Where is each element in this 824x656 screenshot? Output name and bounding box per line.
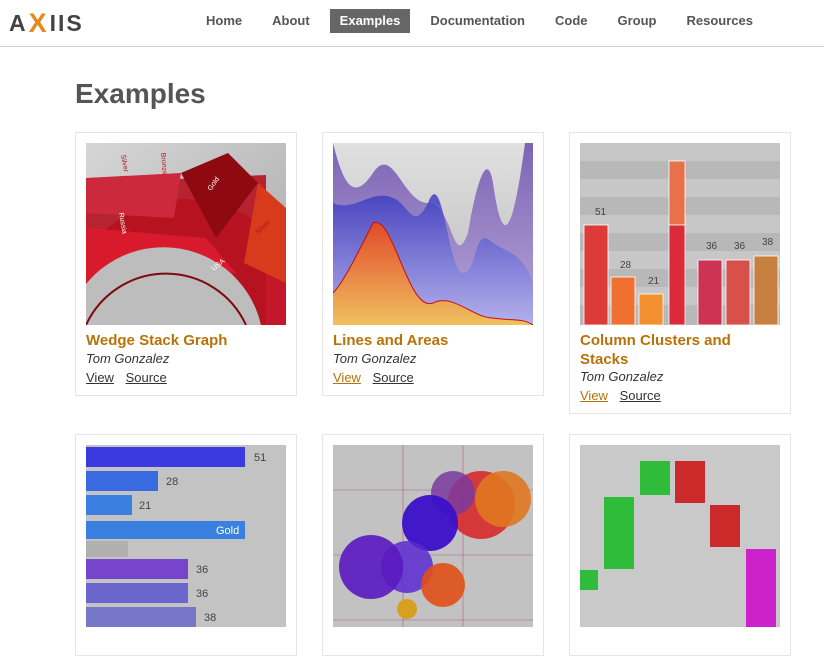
example-card-waterfall (569, 434, 791, 656)
bar-label-gold: Gold (216, 525, 239, 537)
bar-label-28: 28 (166, 476, 178, 488)
view-link[interactable]: View (580, 388, 608, 403)
card-links: View Source (333, 370, 422, 385)
nav-code[interactable]: Code (545, 9, 598, 33)
column-clusters-thumbnail[interactable]: 51 28 21 36 36 38 (580, 143, 780, 325)
wedge-stack-thumbnail[interactable]: Silver Bronze Gold Silver Russia USA (86, 143, 286, 325)
view-link[interactable]: View (333, 370, 361, 385)
nav-home[interactable]: Home (196, 9, 252, 33)
example-card-bubble-chart (322, 434, 544, 656)
nav-resources[interactable]: Resources (677, 9, 763, 33)
logo-letters-rest: IIS (49, 9, 84, 36)
bar-label-36a: 36 (196, 564, 208, 576)
col-label-21: 21 (648, 276, 660, 287)
page-title: Examples (75, 78, 206, 109)
card-author: Tom Gonzalez (580, 369, 664, 384)
nav-documentation[interactable]: Documentation (420, 9, 535, 33)
col-label-36b: 36 (734, 241, 746, 252)
card-title[interactable]: Column Clusters and Stacks (580, 331, 780, 369)
bar-label-21: 21 (139, 500, 151, 512)
example-card-lines-areas: Lines and Areas Tom Gonzalez View Source (322, 132, 544, 396)
top-bar: A X IIS Home About Examples Documentation … (0, 0, 824, 47)
bubble-chart-thumbnail[interactable] (333, 445, 533, 627)
example-card-column-clusters: 51 28 21 36 36 38 Column Clusters and St… (569, 132, 791, 414)
bar-label-36b: 36 (196, 588, 208, 600)
card-links: View Source (580, 388, 669, 403)
example-card-bar-chart: 51 28 21 Gold 36 36 38 (75, 434, 297, 656)
source-link[interactable]: Source (620, 388, 661, 403)
card-title[interactable]: Wedge Stack Graph (86, 331, 286, 350)
source-link[interactable]: Source (373, 370, 414, 385)
col-label-36a: 36 (706, 241, 718, 252)
example-card-wedge-stack: Silver Bronze Gold Silver Russia USA Wed… (75, 132, 297, 396)
card-links: View Source (86, 370, 175, 385)
col-label-51: 51 (595, 207, 607, 218)
source-link[interactable]: Source (126, 370, 167, 385)
waterfall-thumbnail[interactable] (580, 445, 780, 627)
nav-examples[interactable]: Examples (329, 9, 411, 33)
col-label-38: 38 (762, 237, 774, 248)
logo-letter-a: A (9, 9, 28, 36)
card-title[interactable]: Lines and Areas (333, 331, 533, 350)
logo-letter-x: X (28, 7, 49, 38)
nav-about[interactable]: About (262, 9, 320, 33)
view-link[interactable]: View (86, 370, 114, 385)
card-author: Tom Gonzalez (86, 351, 170, 366)
bar-label-51: 51 (254, 452, 266, 464)
axiis-logo[interactable]: A X IIS (9, 8, 84, 38)
col-label-28: 28 (620, 260, 632, 271)
nav-group[interactable]: Group (608, 9, 667, 33)
bar-label-38: 38 (204, 612, 216, 624)
card-author: Tom Gonzalez (333, 351, 417, 366)
bar-chart-thumbnail[interactable]: 51 28 21 Gold 36 36 38 (86, 445, 286, 627)
lines-areas-thumbnail[interactable] (333, 143, 533, 325)
main-nav: Home About Examples Documentation Code G… (196, 9, 773, 33)
